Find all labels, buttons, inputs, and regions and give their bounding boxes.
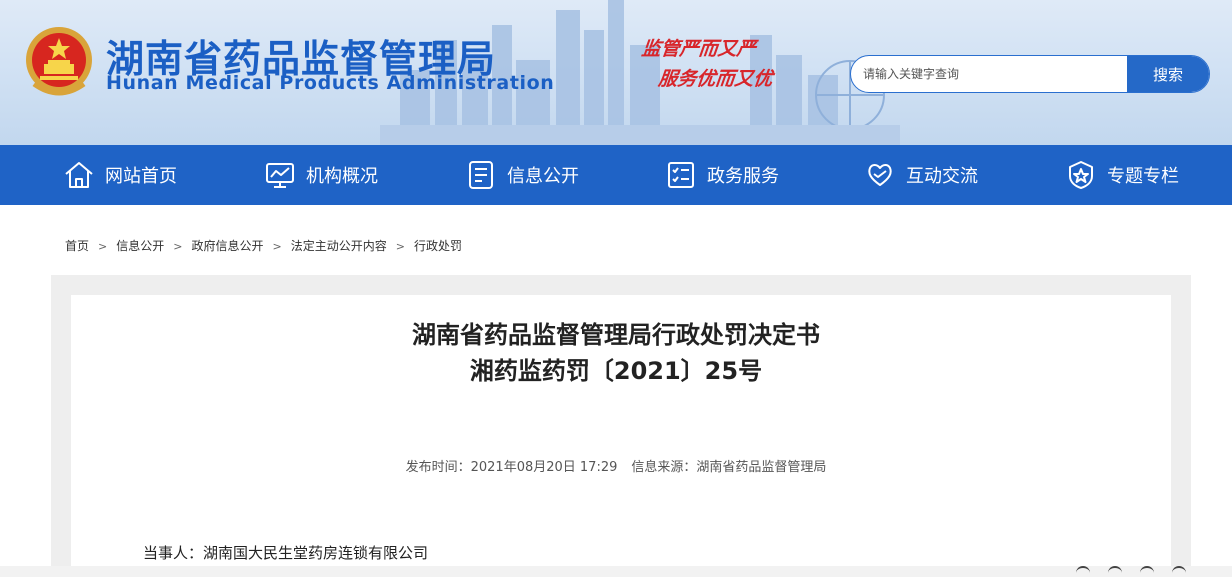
breadcrumb-home[interactable]: 首页 <box>65 239 89 253</box>
article-meta: 发布时间：2021年08月20日 17:29 信息来源：湖南省药品监督管理局 <box>0 456 1232 475</box>
heart-hands-icon <box>868 164 892 186</box>
breadcrumb-penalty[interactable]: 行政处罚 <box>414 239 462 253</box>
chevron-right-icon: > <box>98 240 108 253</box>
article-title-line: 湖南省药品监督管理局行政处罚决定书 <box>412 321 820 349</box>
search-box: 搜索 <box>850 55 1210 93</box>
breadcrumb-gov-info[interactable]: 政府信息公开 <box>191 239 263 253</box>
home-icon <box>65 162 93 188</box>
nav-item-info[interactable]: 信息公开 <box>465 145 579 205</box>
chart-monitor-icon <box>266 163 294 188</box>
nav-item-about[interactable]: 机构概况 <box>264 145 378 205</box>
search-input[interactable] <box>851 56 1127 92</box>
breadcrumb-statutory[interactable]: 法定主动公开内容 <box>291 239 387 253</box>
nav-label: 信息公开 <box>507 166 579 187</box>
search-button[interactable]: 搜索 <box>1127 56 1209 92</box>
nav-item-topics[interactable]: 专题专栏 <box>1065 145 1179 205</box>
tool-icon[interactable] <box>1076 566 1090 577</box>
tool-icon[interactable] <box>1140 566 1154 577</box>
slogan-line: 监管严而又严 <box>640 38 757 60</box>
nav-item-service[interactable]: 政务服务 <box>665 145 779 205</box>
info-source: 信息来源：湖南省药品监督管理局 <box>631 460 827 475</box>
nav-label: 互动交流 <box>906 166 978 187</box>
publish-time: 发布时间：2021年08月20日 17:29 <box>405 460 618 475</box>
document-list-icon <box>469 161 493 189</box>
tool-icon[interactable] <box>1172 566 1186 577</box>
nav-label: 专题专栏 <box>1107 166 1179 187</box>
checklist-icon <box>668 162 694 188</box>
article-party: 当事人：湖南国大民生堂药房连锁有限公司 <box>143 544 429 562</box>
chevron-right-icon: > <box>173 240 183 253</box>
slogan: 监管严而又严 服务优而又优 <box>637 34 777 94</box>
site-subtitle: Hunan Medical Products Administration <box>106 72 555 94</box>
nav-item-home[interactable]: 网站首页 <box>63 145 177 205</box>
tool-icon[interactable] <box>1108 566 1122 577</box>
chevron-right-icon: > <box>272 240 282 253</box>
breadcrumb: 首页 > 信息公开 > 政府信息公开 > 法定主动公开内容 > 行政处罚 <box>65 237 462 254</box>
article-doc-number: 湘药监药罚〔2021〕25号 <box>469 357 763 385</box>
chevron-right-icon: > <box>395 240 405 253</box>
header-banner: 湖南省药品监督管理局 Hunan Medical Products Admini… <box>0 0 1232 145</box>
nav-label: 政务服务 <box>707 166 779 187</box>
floating-tools <box>1076 566 1186 577</box>
article-title: 湖南省药品监督管理局行政处罚决定书 湘药监药罚〔2021〕25号 <box>0 317 1232 389</box>
bottom-strip <box>0 566 1232 577</box>
star-badge-icon <box>1069 161 1093 189</box>
nav-label: 网站首页 <box>105 166 177 187</box>
nav-item-interaction[interactable]: 互动交流 <box>864 145 978 205</box>
national-emblem-icon <box>26 27 92 96</box>
nav-label: 机构概况 <box>306 166 378 187</box>
slogan-line: 服务优而又优 <box>657 68 774 90</box>
breadcrumb-info-public[interactable]: 信息公开 <box>116 239 164 253</box>
main-nav: 网站首页 机构概况 信息公开 政务服务 互动交流 专题专栏 <box>0 145 1232 205</box>
